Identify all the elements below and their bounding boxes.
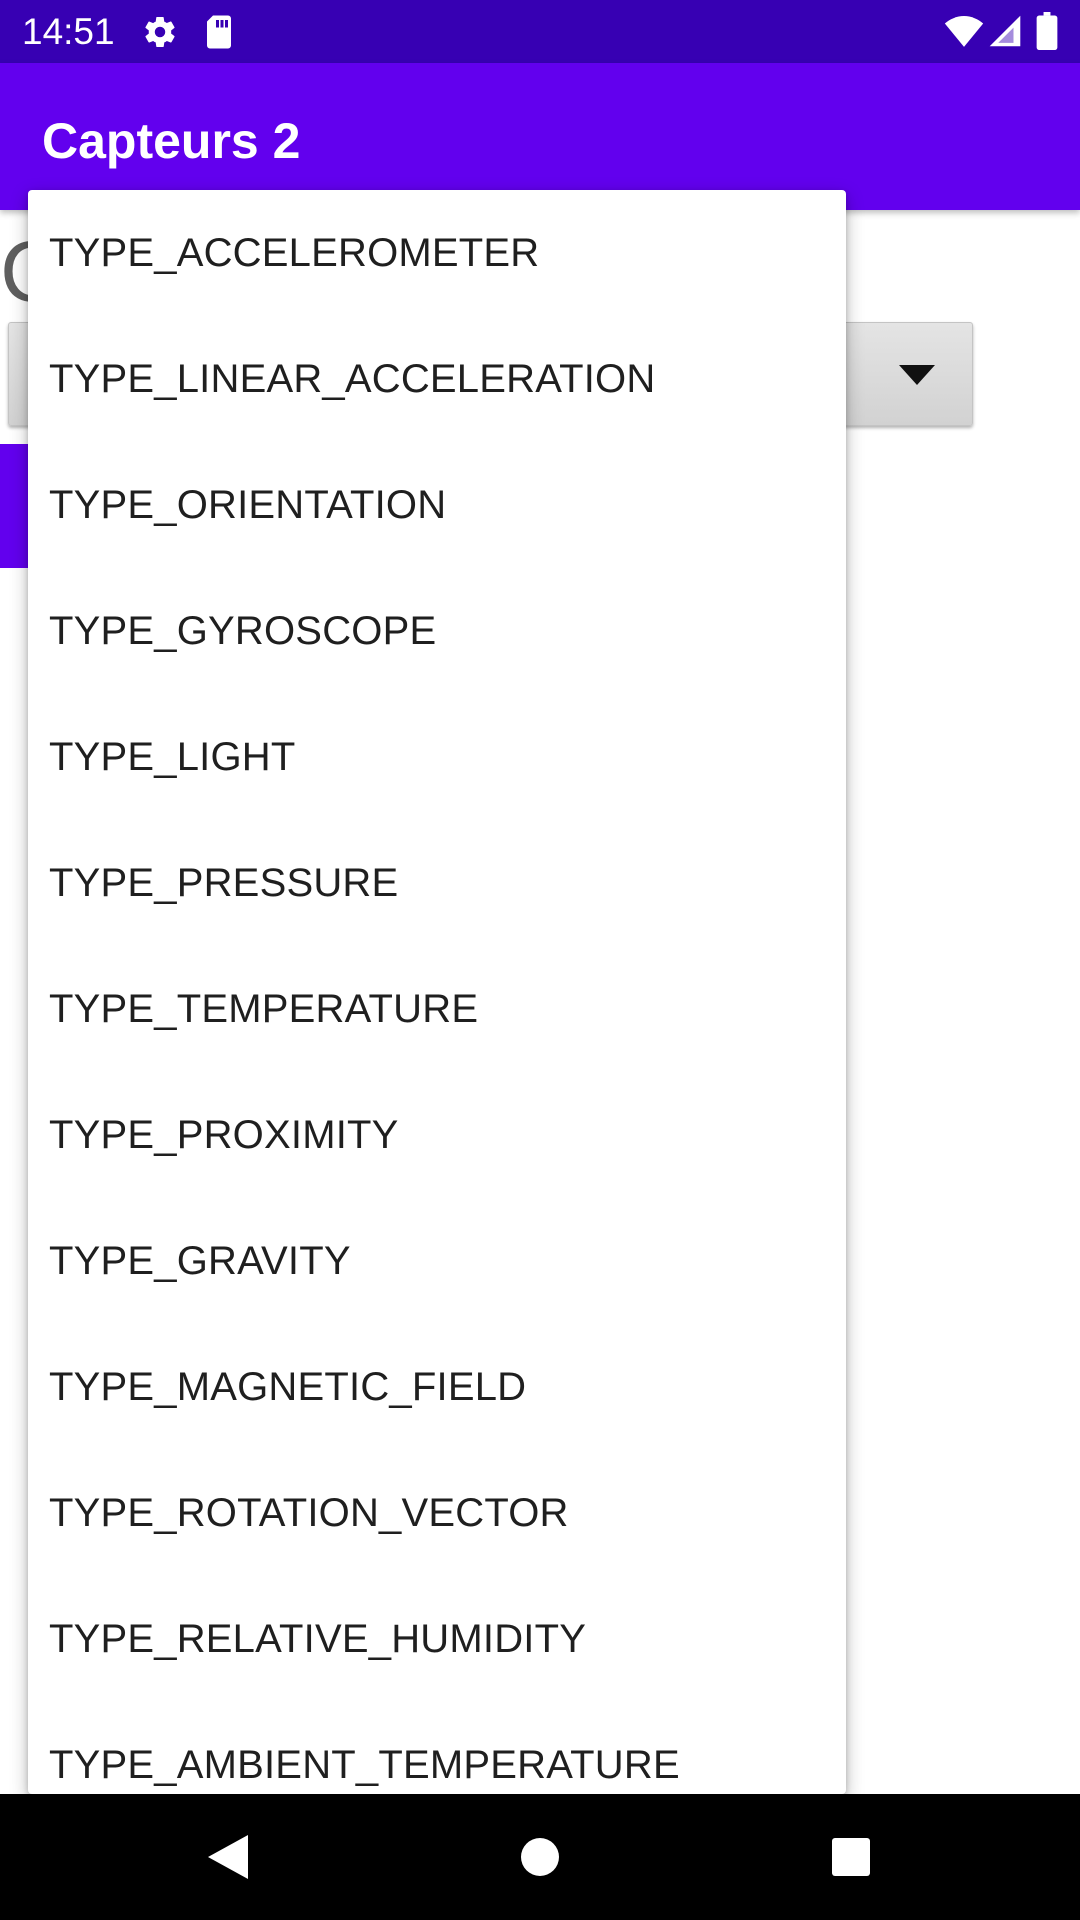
app-title: Capteurs 2: [42, 113, 301, 169]
list-item[interactable]: TYPE_AMBIENT_TEMPERATURE: [28, 1702, 846, 1794]
screen: 14:51 Capteurs 2 C TYPE_ACCELEROMETER TY…: [0, 0, 1080, 1920]
list-item[interactable]: TYPE_GRAVITY: [28, 1198, 846, 1324]
list-item[interactable]: TYPE_LIGHT: [28, 694, 846, 820]
status-time: 14:51: [22, 11, 115, 52]
battery-icon: [1036, 12, 1058, 55]
home-button[interactable]: [477, 1794, 603, 1920]
spinner-dropdown-list: TYPE_ACCELEROMETER TYPE_LINEAR_ACCELERAT…: [28, 190, 846, 1794]
list-item[interactable]: TYPE_ORIENTATION: [28, 442, 846, 568]
list-item[interactable]: TYPE_TEMPERATURE: [28, 946, 846, 1072]
list-item[interactable]: TYPE_LINEAR_ACCELERATION: [28, 316, 846, 442]
home-icon: [521, 1838, 559, 1876]
wifi-icon: [944, 14, 984, 53]
list-item[interactable]: TYPE_GYROSCOPE: [28, 568, 846, 694]
status-bar: 14:51: [0, 0, 1080, 63]
list-item[interactable]: TYPE_PROXIMITY: [28, 1072, 846, 1198]
sd-card-icon: [204, 14, 234, 55]
list-item[interactable]: TYPE_MAGNETIC_FIELD: [28, 1324, 846, 1450]
recents-button[interactable]: [788, 1794, 914, 1920]
list-item[interactable]: TYPE_PRESSURE: [28, 820, 846, 946]
back-button[interactable]: [165, 1794, 291, 1920]
app-bar: Capteurs 2: [0, 63, 1080, 210]
list-item[interactable]: TYPE_ACCELEROMETER: [28, 190, 846, 316]
gear-icon: [142, 14, 178, 55]
signal-icon: [988, 14, 1022, 53]
navigation-bar: [0, 1794, 1080, 1920]
list-item[interactable]: TYPE_RELATIVE_HUMIDITY: [28, 1576, 846, 1702]
list-item[interactable]: TYPE_ROTATION_VECTOR: [28, 1450, 846, 1576]
back-icon: [208, 1835, 248, 1879]
chevron-down-icon: [899, 365, 935, 385]
recents-icon: [832, 1838, 870, 1876]
